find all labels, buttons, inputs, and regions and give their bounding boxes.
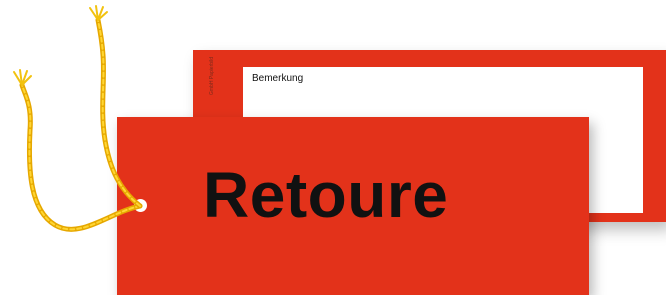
front-tag-title: Retoure (203, 159, 449, 231)
back-tag-imprint: GmbH Papierbild (209, 56, 215, 95)
eyelet-hole (134, 199, 147, 212)
retoure-tags-scene: GmbH Papierbild Bemerkung Retoure (0, 0, 666, 295)
front-tag: Retoure (117, 117, 589, 295)
remark-label: Bemerkung (252, 73, 304, 84)
